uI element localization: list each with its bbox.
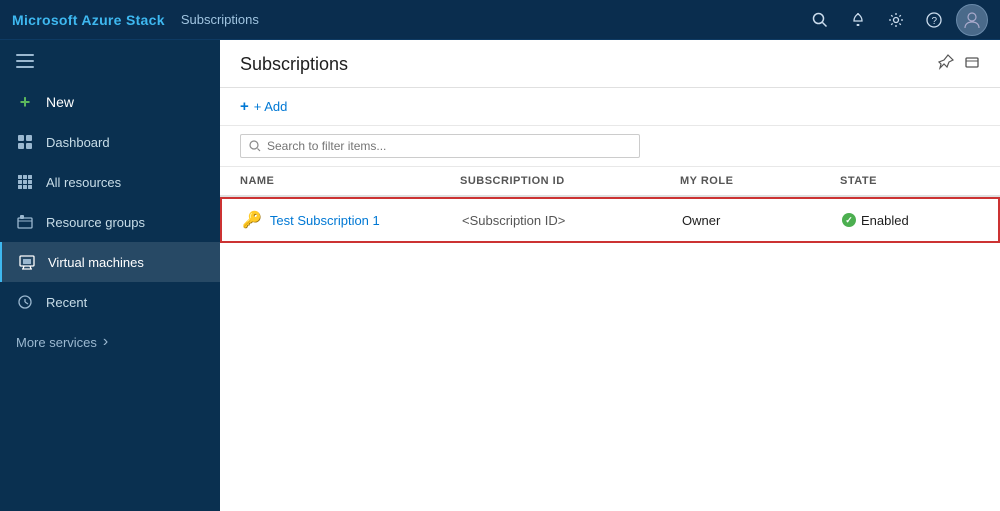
content-area: Subscriptions + bbox=[220, 40, 1000, 511]
col-header-role: MY ROLE bbox=[680, 175, 840, 187]
enabled-indicator bbox=[842, 213, 856, 227]
add-icon: + bbox=[240, 98, 249, 115]
recent-icon bbox=[16, 293, 34, 311]
content-body: + + Add NAME SUBSCRIPTION ID bbox=[220, 88, 1000, 511]
content-header: Subscriptions bbox=[220, 40, 1000, 88]
pin-icon bbox=[938, 54, 954, 70]
state-label: Enabled bbox=[861, 213, 909, 228]
resource-groups-icon bbox=[16, 213, 34, 231]
virtual-machines-icon bbox=[18, 253, 36, 271]
user-avatar[interactable] bbox=[956, 4, 988, 36]
col-header-name: NAME bbox=[240, 175, 460, 187]
content-header-actions bbox=[938, 54, 980, 75]
sidebar-item-virtual-machines[interactable]: Virtual machines bbox=[0, 242, 220, 282]
cell-subscription-id: <Subscription ID> bbox=[462, 213, 682, 228]
sidebar-item-all-resources[interactable]: All resources bbox=[0, 162, 220, 202]
search-bar bbox=[220, 126, 1000, 167]
top-bar-right: ? bbox=[804, 4, 988, 36]
svg-text:?: ? bbox=[932, 16, 938, 27]
sidebar-dashboard-label: Dashboard bbox=[46, 135, 110, 150]
subscription-name: Test Subscription 1 bbox=[270, 213, 380, 228]
toolbar: + + Add bbox=[220, 88, 1000, 126]
chevron-right-icon: › bbox=[103, 333, 108, 351]
hamburger-icon bbox=[16, 54, 34, 68]
gear-icon bbox=[888, 12, 904, 28]
more-services-label: More services bbox=[16, 335, 97, 350]
cell-role: Owner bbox=[682, 213, 842, 228]
notifications-button[interactable] bbox=[842, 4, 874, 36]
breadcrumb: Subscriptions bbox=[181, 12, 259, 27]
search-input[interactable] bbox=[267, 139, 631, 153]
main-layout: + New Dashboard bbox=[0, 40, 1000, 511]
cell-state: Enabled bbox=[842, 213, 1000, 228]
table-row[interactable]: 🔑 Test Subscription 1 <Subscription ID> … bbox=[220, 197, 1000, 243]
subscriptions-table: NAME SUBSCRIPTION ID MY ROLE STATE 🔑 Tes… bbox=[220, 167, 1000, 243]
sidebar-vm-label: Virtual machines bbox=[48, 255, 144, 270]
sidebar-item-resource-groups[interactable]: Resource groups bbox=[0, 202, 220, 242]
sidebar-item-recent[interactable]: Recent bbox=[0, 282, 220, 322]
col-header-subscription-id: SUBSCRIPTION ID bbox=[460, 175, 680, 187]
state-badge: Enabled bbox=[842, 213, 909, 228]
subscription-id-value: <Subscription ID> bbox=[462, 213, 565, 228]
sidebar-resource-groups-label: Resource groups bbox=[46, 215, 145, 230]
table-header: NAME SUBSCRIPTION ID MY ROLE STATE bbox=[220, 167, 1000, 197]
clock-svg bbox=[18, 295, 32, 309]
page-title: Subscriptions bbox=[240, 54, 348, 75]
search-icon bbox=[249, 140, 261, 152]
cell-name: 🔑 Test Subscription 1 bbox=[242, 210, 462, 230]
search-icon bbox=[812, 12, 828, 28]
bell-icon bbox=[850, 12, 866, 28]
maximize-button[interactable] bbox=[964, 54, 980, 75]
help-icon: ? bbox=[926, 12, 942, 28]
sidebar-more-services[interactable]: More services › bbox=[0, 322, 220, 362]
sidebar-item-new[interactable]: + New bbox=[0, 82, 220, 122]
all-resources-svg bbox=[17, 174, 33, 190]
hamburger-menu[interactable] bbox=[0, 40, 220, 82]
dashboard-svg bbox=[17, 134, 33, 150]
all-resources-icon bbox=[16, 173, 34, 191]
help-button[interactable]: ? bbox=[918, 4, 950, 36]
add-label: + Add bbox=[254, 99, 288, 114]
col-header-state: STATE bbox=[840, 175, 1000, 187]
maximize-icon bbox=[964, 54, 980, 70]
sidebar-item-dashboard[interactable]: Dashboard bbox=[0, 122, 220, 162]
sidebar-all-resources-label: All resources bbox=[46, 175, 121, 190]
sidebar-new-label: New bbox=[46, 94, 74, 110]
sidebar: + New Dashboard bbox=[0, 40, 220, 511]
dashboard-icon bbox=[16, 133, 34, 151]
sidebar-recent-label: Recent bbox=[46, 295, 87, 310]
pin-button[interactable] bbox=[938, 54, 954, 75]
search-button[interactable] bbox=[804, 4, 836, 36]
key-icon: 🔑 bbox=[242, 210, 262, 230]
top-bar: Microsoft Azure Stack Subscriptions bbox=[0, 0, 1000, 40]
search-input-wrapper bbox=[240, 134, 640, 158]
role-value: Owner bbox=[682, 213, 720, 228]
resource-groups-svg bbox=[17, 214, 33, 230]
settings-button[interactable] bbox=[880, 4, 912, 36]
avatar-icon bbox=[963, 11, 981, 29]
plus-icon: + bbox=[16, 93, 34, 111]
add-button[interactable]: + + Add bbox=[240, 98, 287, 115]
app-title: Microsoft Azure Stack bbox=[12, 12, 165, 28]
vm-svg bbox=[19, 254, 35, 270]
